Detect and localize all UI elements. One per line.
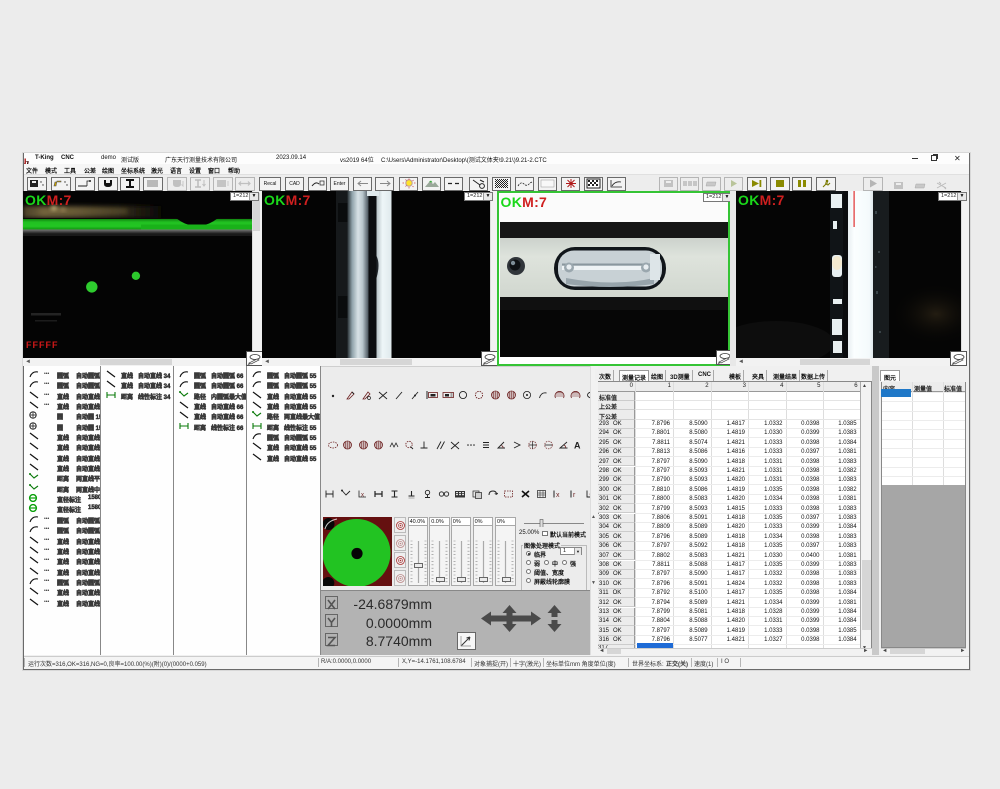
svg-text:r: r — [573, 492, 576, 499]
svg-text:A: A — [574, 441, 581, 451]
svg-text:x: x — [556, 492, 560, 499]
svg-text:x: x — [361, 493, 364, 499]
